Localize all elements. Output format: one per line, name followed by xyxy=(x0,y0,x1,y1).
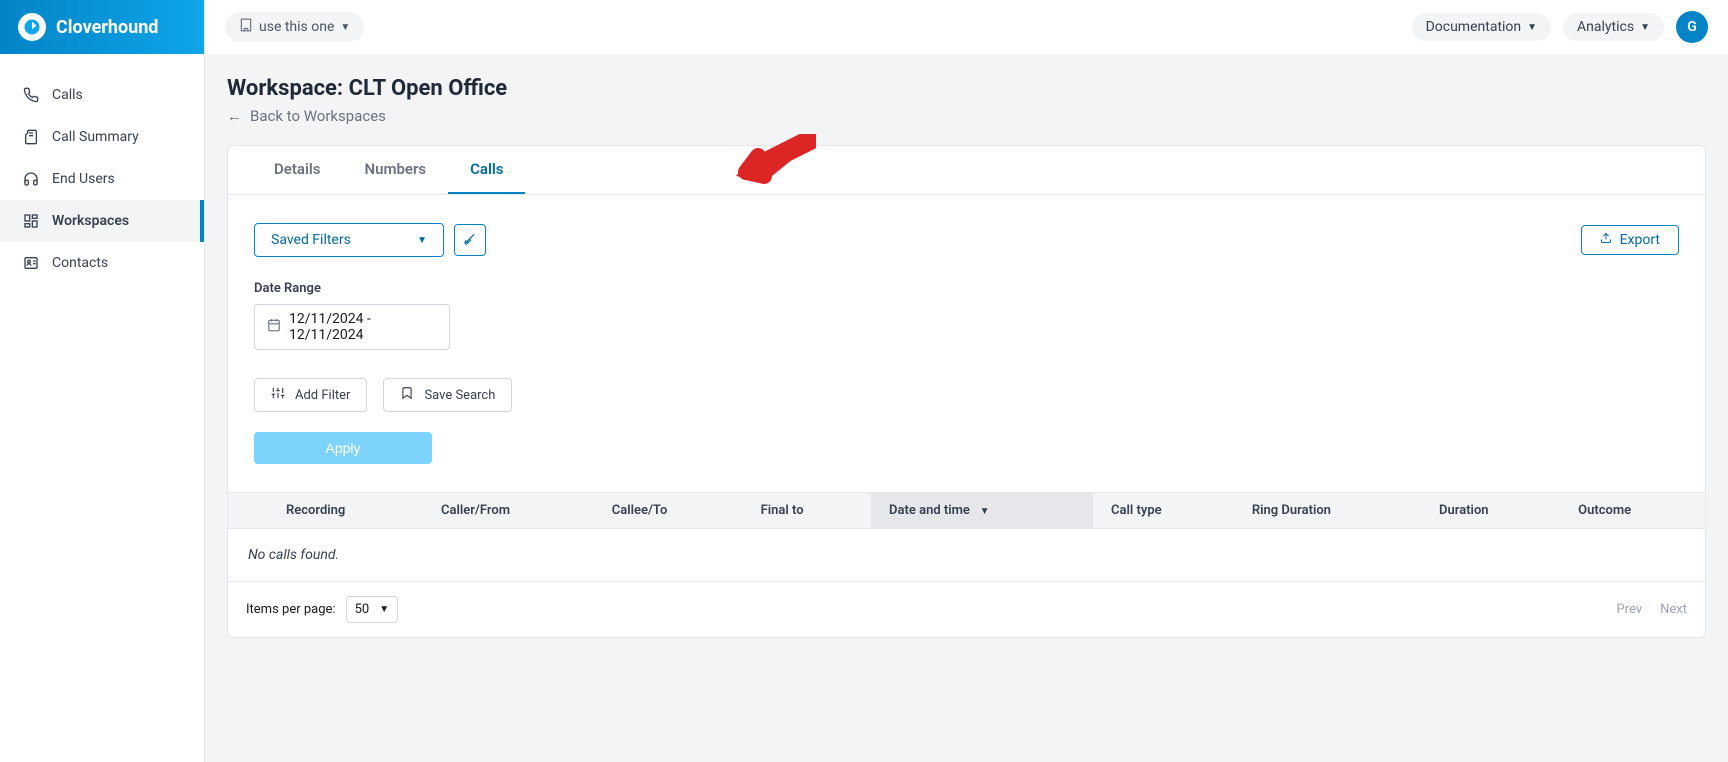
workspace-selector[interactable]: use this one ▼ xyxy=(225,12,364,42)
contacts-icon xyxy=(22,254,40,272)
back-to-workspaces-link[interactable]: ← Back to Workspaces xyxy=(227,107,1706,125)
workspace-card: Details Numbers Calls Saved Filters ▼ xyxy=(227,145,1706,638)
column-duration[interactable]: Duration xyxy=(1421,493,1560,529)
brand-logo-icon xyxy=(18,13,46,41)
sidebar-item-end-users[interactable]: End Users xyxy=(0,158,204,200)
analytics-link[interactable]: Analytics ▼ xyxy=(1563,13,1664,41)
chevron-down-icon: ▼ xyxy=(417,235,427,246)
items-per-page-label: Items per page: xyxy=(246,602,336,617)
bookmark-icon xyxy=(400,386,414,404)
chevron-down-icon: ▼ xyxy=(1640,22,1650,33)
column-date-time[interactable]: Date and time ▼ xyxy=(871,493,1093,529)
tab-calls[interactable]: Calls xyxy=(448,146,525,194)
save-search-label: Save Search xyxy=(424,388,495,403)
saved-filters-label: Saved Filters xyxy=(271,232,351,248)
sidebar-item-calls[interactable]: Calls xyxy=(0,74,204,116)
broom-icon xyxy=(463,231,477,250)
sidebar-item-call-summary[interactable]: Call Summary xyxy=(0,116,204,158)
nav-label: Calls xyxy=(52,87,83,103)
chevron-down-icon: ▼ xyxy=(340,22,350,33)
brand-header[interactable]: Cloverhound xyxy=(0,0,204,54)
main-area: use this one ▼ Documentation ▼ Analytics… xyxy=(205,0,1728,762)
tabs: Details Numbers Calls xyxy=(228,146,1705,195)
sidebar-item-contacts[interactable]: Contacts xyxy=(0,242,204,284)
nav-label: Workspaces xyxy=(52,213,129,229)
user-avatar[interactable]: G xyxy=(1676,11,1708,43)
prev-button[interactable]: Prev xyxy=(1617,602,1643,617)
upload-icon xyxy=(1600,232,1612,248)
documentation-link[interactable]: Documentation ▼ xyxy=(1412,13,1551,41)
clear-filters-button[interactable] xyxy=(454,224,486,256)
column-expand xyxy=(228,493,268,529)
building-icon xyxy=(239,18,253,36)
sort-desc-icon: ▼ xyxy=(980,506,990,517)
nav: Calls Call Summary End Users Workspaces xyxy=(0,54,204,284)
chevron-down-icon: ▼ xyxy=(379,604,389,615)
arrow-left-icon: ← xyxy=(227,107,242,125)
next-button[interactable]: Next xyxy=(1660,602,1687,617)
column-callee-to[interactable]: Callee/To xyxy=(594,493,743,529)
pagination: Items per page: 50 ▼ Prev Next xyxy=(228,581,1705,637)
content: Workspace: CLT Open Office ← Back to Wor… xyxy=(205,54,1728,660)
calendar-icon xyxy=(267,318,281,336)
workspaces-icon xyxy=(22,212,40,230)
calls-table: Recording Caller/From Callee/To Final to… xyxy=(228,492,1705,581)
chevron-down-icon: ▼ xyxy=(1527,22,1537,33)
phone-icon xyxy=(22,86,40,104)
column-recording[interactable]: Recording xyxy=(268,493,423,529)
items-per-page-select[interactable]: 50 ▼ xyxy=(346,596,399,623)
sliders-icon xyxy=(271,386,285,404)
export-button[interactable]: Export xyxy=(1581,225,1679,255)
sidebar: Cloverhound Calls Call Summary End Users xyxy=(0,0,205,762)
nav-label: End Users xyxy=(52,171,115,187)
tab-details[interactable]: Details xyxy=(252,146,342,194)
filters-section: Saved Filters ▼ xyxy=(228,195,1705,492)
apply-button[interactable]: Apply xyxy=(254,432,432,464)
column-final-to[interactable]: Final to xyxy=(743,493,871,529)
column-ring-duration[interactable]: Ring Duration xyxy=(1234,493,1421,529)
add-filter-button[interactable]: Add Filter xyxy=(254,378,367,412)
sidebar-item-workspaces[interactable]: Workspaces xyxy=(0,200,204,242)
tab-numbers[interactable]: Numbers xyxy=(342,146,448,194)
column-caller-from[interactable]: Caller/From xyxy=(423,493,594,529)
avatar-initial: G xyxy=(1687,19,1697,35)
nav-label: Contacts xyxy=(52,255,108,271)
call-summary-icon xyxy=(22,128,40,146)
column-outcome[interactable]: Outcome xyxy=(1560,493,1705,529)
column-call-type[interactable]: Call type xyxy=(1093,493,1234,529)
brand-name: Cloverhound xyxy=(56,17,158,38)
headset-icon xyxy=(22,170,40,188)
topbar: use this one ▼ Documentation ▼ Analytics… xyxy=(205,0,1728,54)
empty-message: No calls found. xyxy=(228,529,1705,582)
date-range-value: 12/11/2024 - 12/11/2024 xyxy=(289,311,437,343)
documentation-label: Documentation xyxy=(1426,19,1522,35)
export-label: Export xyxy=(1620,232,1660,248)
page-title: Workspace: CLT Open Office xyxy=(227,76,1706,101)
save-search-button[interactable]: Save Search xyxy=(383,378,512,412)
workspace-selector-label: use this one xyxy=(259,19,334,35)
analytics-label: Analytics xyxy=(1577,19,1634,35)
saved-filters-dropdown[interactable]: Saved Filters ▼ xyxy=(254,223,444,257)
date-range-label: Date Range xyxy=(254,281,1679,296)
items-per-page-value: 50 xyxy=(355,602,370,617)
add-filter-label: Add Filter xyxy=(295,388,350,403)
nav-label: Call Summary xyxy=(52,129,139,145)
column-date-time-label: Date and time xyxy=(889,503,970,518)
date-range-input[interactable]: 12/11/2024 - 12/11/2024 xyxy=(254,304,450,350)
back-label: Back to Workspaces xyxy=(250,107,386,125)
